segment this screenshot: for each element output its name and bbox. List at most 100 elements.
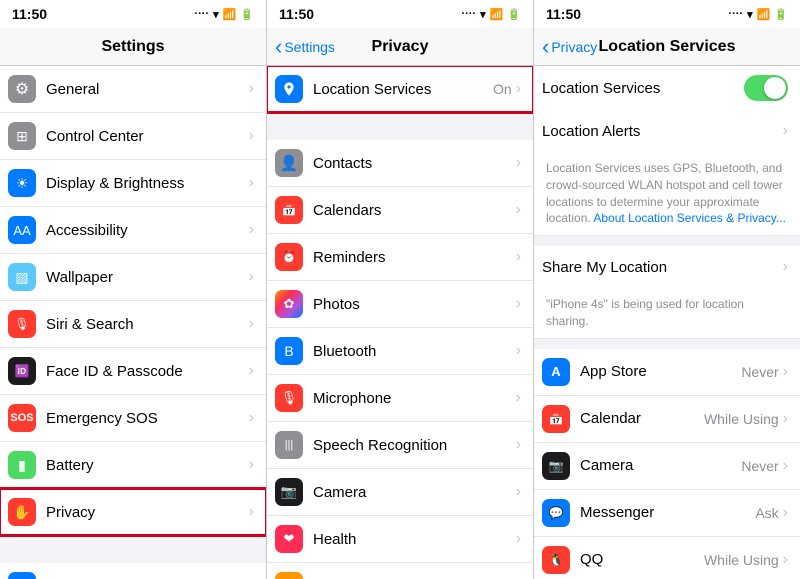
chevron-icon: ›: [516, 248, 521, 266]
time-2: 11:50: [279, 6, 314, 22]
homekit-icon: 🏠: [275, 572, 303, 579]
chevron-icon: ›: [783, 457, 788, 475]
settings-item-control-center[interactable]: ⊞ Control Center ›: [0, 113, 266, 160]
settings-item-general[interactable]: ⚙ General ›: [0, 66, 266, 113]
location-services-content: Location Services Location Alerts › Loca…: [534, 66, 800, 579]
settings-item-emergency[interactable]: SOS Emergency SOS ›: [0, 395, 266, 442]
app-row-camera[interactable]: 📷 Camera Never ›: [534, 443, 800, 490]
share-location-section: Share My Location ›: [534, 246, 800, 288]
app-row-appstore[interactable]: A App Store Never ›: [534, 349, 800, 396]
settings-item-battery[interactable]: ▮ Battery ›: [0, 442, 266, 489]
location-info-link[interactable]: About Location Services & Privacy...: [593, 211, 786, 225]
reminders-icon: ⏰: [275, 243, 303, 271]
privacy-item-camera[interactable]: 📷 Camera ›: [267, 469, 533, 516]
appstore-icon: A: [542, 358, 570, 386]
chevron-icon: ›: [516, 295, 521, 313]
chevron-icon: ›: [249, 127, 254, 145]
status-icons-3: ···· ▾ 📶 🔋: [728, 8, 788, 21]
app-row-qq[interactable]: 🐧 QQ While Using ›: [534, 537, 800, 579]
privacy-back-button[interactable]: Settings: [275, 36, 335, 58]
privacy-item-homekit[interactable]: 🏠 HomeKit ›: [267, 563, 533, 579]
share-location-note: "iPhone 4s" is being used for location s…: [534, 288, 800, 339]
settings-item-appstore[interactable]: A iTunes & App Store ›: [0, 563, 266, 579]
location-alerts-row[interactable]: Location Alerts ›: [534, 110, 800, 152]
settings-item-faceid[interactable]: 🆔 Face ID & Passcode ›: [0, 348, 266, 395]
status-icons-2: ···· ▾ 📶 🔋: [461, 8, 521, 21]
calendars-icon: 📅: [275, 196, 303, 224]
contacts-icon: 👤: [275, 149, 303, 177]
location-services-label: Location Services: [313, 81, 493, 98]
chevron-icon: ›: [249, 174, 254, 192]
chevron-icon: ›: [783, 258, 788, 276]
location-services-section: Location Services On ›: [267, 66, 533, 112]
privacy-item-health[interactable]: ❤ Health ›: [267, 516, 533, 563]
settings-item-display[interactable]: ☀ Display & Brightness ›: [0, 160, 266, 207]
share-location-label: Share My Location: [542, 259, 783, 276]
privacy-item-speech[interactable]: ||| Speech Recognition ›: [267, 422, 533, 469]
privacy-item-calendars[interactable]: 📅 Calendars ›: [267, 187, 533, 234]
app-row-messenger[interactable]: 💬 Messenger Ask ›: [534, 490, 800, 537]
speech-icon: |||: [275, 431, 303, 459]
privacy-list: Location Services On › 👤 Contacts › 📅 Ca…: [267, 66, 533, 579]
back-label: Settings: [284, 39, 335, 55]
privacy-item-microphone[interactable]: 🎙 Microphone ›: [267, 375, 533, 422]
chevron-icon: ›: [783, 122, 788, 140]
chevron-icon: ›: [516, 154, 521, 172]
settings-section-2: A iTunes & App Store › 👛 Wallet & Apple …: [0, 563, 266, 579]
privacy-panel: 11:50 ···· ▾ 📶 🔋 Settings Privacy Lo: [267, 0, 534, 579]
chevron-icon: ›: [516, 389, 521, 407]
chevron-icon: ›: [249, 221, 254, 239]
faceid-icon: 🆔: [8, 357, 36, 385]
photos-icon: ✿: [275, 290, 303, 318]
settings-item-accessibility[interactable]: AA Accessibility ›: [0, 207, 266, 254]
share-location-note-text: "iPhone 4s" is being used for location s…: [546, 297, 744, 328]
settings-list: ⚙ General › ⊞ Control Center › ☀ Display…: [0, 66, 266, 579]
privacy-item-contacts[interactable]: 👤 Contacts ›: [267, 140, 533, 187]
chevron-icon: ›: [249, 362, 254, 380]
location-services-nav: Privacy Location Services: [534, 28, 800, 66]
location-services-back-button[interactable]: Privacy: [542, 36, 597, 58]
settings-section-1: ⚙ General › ⊞ Control Center › ☀ Display…: [0, 66, 266, 535]
camera-app-icon: 📷: [542, 452, 570, 480]
chevron-icon: ›: [249, 80, 254, 98]
chevron-icon: ›: [249, 315, 254, 333]
settings-item-wallpaper[interactable]: ▨ Wallpaper ›: [0, 254, 266, 301]
location-toggle-section: Location Services: [534, 66, 800, 110]
location-alerts-label: Location Alerts: [542, 123, 783, 140]
display-icon: ☀: [8, 169, 36, 197]
chevron-icon: ›: [783, 363, 788, 381]
privacy-title: Privacy: [372, 38, 429, 56]
bluetooth-icon: B: [275, 337, 303, 365]
status-bar-3: 11:50 ···· ▾ 📶 🔋: [534, 0, 800, 28]
chevron-icon: ›: [783, 410, 788, 428]
settings-item-siri[interactable]: 🎙 Siri & Search ›: [0, 301, 266, 348]
app-row-calendar[interactable]: 📅 Calendar While Using ›: [534, 396, 800, 443]
back-label: Privacy: [551, 39, 597, 55]
location-services-title: Location Services: [599, 38, 736, 56]
status-icons-1: ···· ▾ 📶 🔋: [194, 8, 254, 21]
privacy-item-reminders[interactable]: ⏰ Reminders ›: [267, 234, 533, 281]
apps-section: A App Store Never › 📅 Calendar While Usi…: [534, 349, 800, 579]
location-services-icon: [275, 75, 303, 103]
location-toggle[interactable]: [744, 75, 788, 101]
chevron-icon: ›: [516, 530, 521, 548]
settings-item-privacy[interactable]: ✋ Privacy ›: [0, 489, 266, 535]
privacy-items-section: 👤 Contacts › 📅 Calendars › ⏰ Reminders ›…: [267, 140, 533, 579]
chevron-icon: ›: [249, 456, 254, 474]
location-toggle-row[interactable]: Location Services: [534, 66, 800, 110]
status-bar-2: 11:50 ···· ▾ 📶 🔋: [267, 0, 533, 28]
chevron-icon: ›: [516, 483, 521, 501]
privacy-item-photos[interactable]: ✿ Photos ›: [267, 281, 533, 328]
privacy-icon: ✋: [8, 498, 36, 526]
emergency-icon: SOS: [8, 404, 36, 432]
microphone-icon: 🎙: [275, 384, 303, 412]
camera-icon: 📷: [275, 478, 303, 506]
calendar-icon: 📅: [542, 405, 570, 433]
chevron-icon: ›: [516, 80, 521, 98]
location-info-block: Location Services uses GPS, Bluetooth, a…: [534, 152, 800, 236]
location-services-row[interactable]: Location Services On ›: [267, 66, 533, 112]
share-location-row[interactable]: Share My Location ›: [534, 246, 800, 288]
messenger-icon: 💬: [542, 499, 570, 527]
privacy-item-bluetooth[interactable]: B Bluetooth ›: [267, 328, 533, 375]
chevron-icon: ›: [249, 409, 254, 427]
